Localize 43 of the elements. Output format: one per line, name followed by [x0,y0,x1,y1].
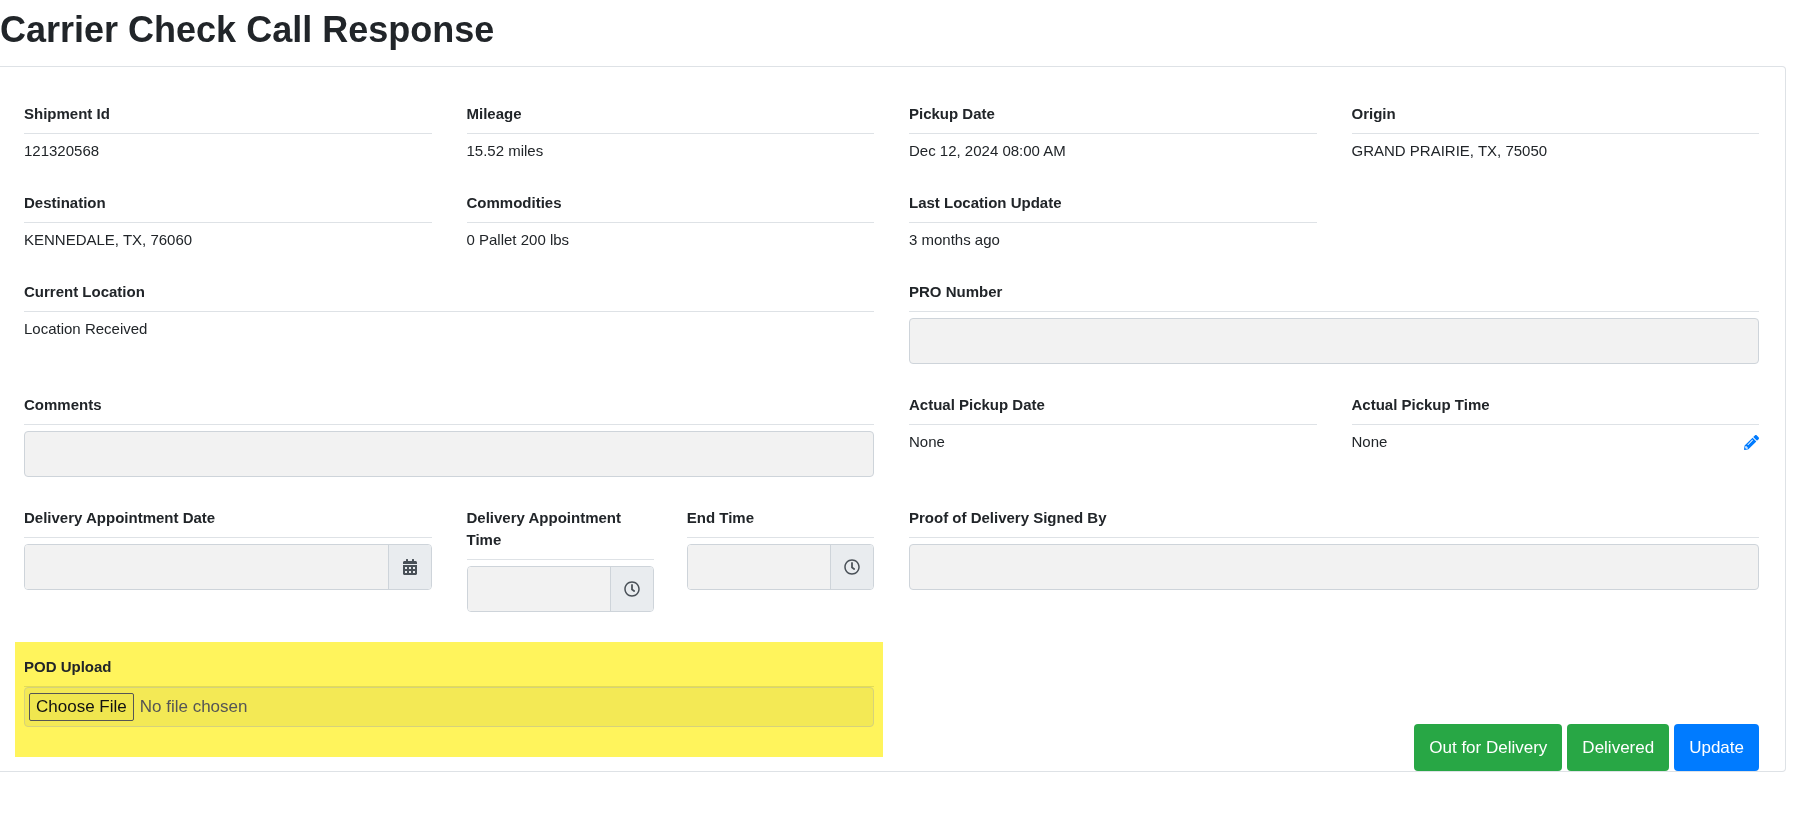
field-label: End Time [686,507,874,538]
time-field[interactable] [686,544,874,590]
calendar-icon[interactable] [401,559,418,575]
field-label: Mileage [466,103,874,134]
field-label: Current Location [24,281,874,312]
field-label: PRO Number [909,281,1759,312]
field-label: Destination [24,192,432,223]
signed-by-field[interactable] [909,544,1759,590]
clock-icon[interactable] [623,581,640,597]
field-label: Delivery Appointment Time [466,507,654,560]
field-label: Proof of Delivery Signed By [909,507,1759,538]
field-label: Delivery Appointment Date [24,507,432,538]
field-value: 3 months ago [909,230,1001,250]
field-label: Origin [1351,103,1759,134]
field-label: Actual Pickup Date [909,394,1317,425]
clock-icon[interactable] [844,559,860,575]
action-button[interactable]: Delivered [1567,724,1670,771]
choose-file-button[interactable]: Choose File [29,693,134,721]
field-value: 121320568 [24,141,101,161]
time-field[interactable] [466,566,654,612]
action-button[interactable]: Update [1674,724,1759,771]
field-value: 15.52 miles [466,141,545,161]
field-value: None [909,432,946,452]
date-field[interactable] [24,544,432,590]
pencil-icon[interactable] [1744,434,1759,450]
file-status: No file chosen [139,697,248,717]
pro-number-field[interactable] [909,318,1759,364]
field-value: 0 Pallet 200 lbs [466,230,571,250]
comments-field[interactable] [24,431,874,477]
action-button[interactable]: Out for Delivery [1414,724,1563,771]
field-label: Commodities [466,192,874,223]
file-field[interactable]: Choose File No file chosen [24,687,874,727]
page-title: Carrier Check Call Response [0,8,496,52]
field-value: GRAND PRAIRIE, TX, 75050 [1351,141,1549,161]
field-value: Location Received [24,319,149,339]
field-value: Dec 12, 2024 08:00 AM [909,141,1067,161]
field-label: Actual Pickup Time [1351,394,1759,425]
field-value: None [1351,432,1388,452]
field-label: Pickup Date [909,103,1317,134]
field-value: KENNEDALE, TX, 76060 [24,230,194,250]
field-label: Shipment Id [24,103,432,134]
field-label: Comments [24,394,874,425]
field-label: Last Location Update [909,192,1317,223]
